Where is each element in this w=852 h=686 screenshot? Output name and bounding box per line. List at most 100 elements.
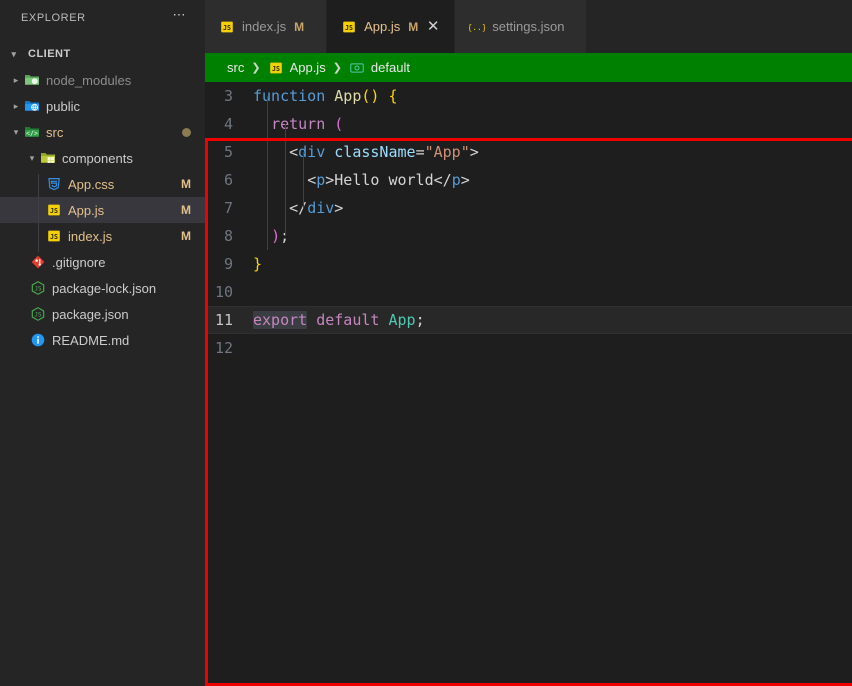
breadcrumb-label: default <box>370 60 410 75</box>
folder-public-icon <box>24 98 40 114</box>
git-file-icon <box>30 254 46 270</box>
tree-root-client[interactable]: ▾ CLIENT <box>0 41 205 67</box>
svg-text:JS: JS <box>50 233 58 241</box>
line-content: } <box>253 255 263 273</box>
line-content: export default App; <box>253 311 425 329</box>
tree-indent-guide <box>38 174 39 252</box>
code-editor[interactable]: 3 function App() { 4 return ( 5 <div cla… <box>205 82 852 686</box>
symbol-variable-icon <box>349 60 365 76</box>
indent-guide <box>303 152 304 208</box>
vscode-window: EXPLORER ⋯ ▾ CLIENT ▸ node_modules ▸ pub… <box>0 0 852 686</box>
tree-item-app-css[interactable]: App.css M <box>0 171 205 197</box>
code-line: 10 <box>205 278 852 306</box>
code-lines: 3 function App() { 4 return ( 5 <div cla… <box>205 82 852 362</box>
tree-item-components[interactable]: ▾ components <box>0 145 205 171</box>
chevron-right-icon: ❯ <box>251 62 261 74</box>
tab-index-js[interactable]: JS index.js M <box>205 0 328 53</box>
folder-src-icon: </> <box>24 124 40 140</box>
line-number: 8 <box>223 227 233 245</box>
git-status-badge: M <box>181 229 191 243</box>
tree-item-label: package-lock.json <box>52 280 157 296</box>
git-status-badge: M <box>181 177 191 191</box>
js-file-icon: JS <box>268 60 284 76</box>
tab-bar-filler <box>587 0 852 53</box>
line-number: 12 <box>214 339 233 357</box>
line-number: 10 <box>214 283 233 301</box>
tree-item-gitignore[interactable]: .gitignore <box>0 249 205 275</box>
js-file-icon: JS <box>46 202 62 218</box>
ellipsis-icon[interactable]: ⋯ <box>173 8 188 25</box>
editor-selection: export <box>253 311 308 329</box>
tree-root-label: CLIENT <box>28 48 71 60</box>
svg-text:JS: JS <box>345 24 353 32</box>
explorer-sidebar: EXPLORER ⋯ ▾ CLIENT ▸ node_modules ▸ pub… <box>0 0 205 686</box>
folder-node-modules-icon <box>24 72 40 88</box>
tab-app-js[interactable]: JS App.js M ✕ <box>327 0 456 53</box>
tree-item-src[interactable]: ▾ </> src <box>0 119 205 145</box>
tree-item-app-js[interactable]: JS App.js M <box>0 197 205 223</box>
tree-item-label: package.json <box>52 306 129 322</box>
chevron-right-icon: ❯ <box>332 62 342 74</box>
code-line-active: 11 export default App; <box>205 306 852 334</box>
file-tree: ▾ CLIENT ▸ node_modules ▸ public ▾ </> s… <box>0 35 205 353</box>
tab-dirty-indicator: M <box>408 19 419 34</box>
line-content: ); <box>271 227 290 245</box>
tab-label: index.js <box>242 19 287 34</box>
tree-item-package-json[interactable]: JS package.json <box>0 301 205 327</box>
tree-item-label: src <box>46 124 64 140</box>
svg-text:JS: JS <box>272 65 280 73</box>
tree-item-label: App.css <box>68 176 115 192</box>
tree-item-index-js[interactable]: JS index.js M <box>0 223 205 249</box>
tree-item-label: node_modules <box>46 72 132 88</box>
code-line: 8 ); <box>205 222 852 250</box>
tab-bar: JS index.js M JS App.js M ✕ .. settings.… <box>205 0 852 53</box>
svg-text:JS: JS <box>34 312 42 319</box>
breadcrumb-label: App.js <box>289 60 326 75</box>
breadcrumb-item-default[interactable]: default <box>349 60 410 76</box>
tree-item-readme-md[interactable]: README.md <box>0 327 205 353</box>
js-file-icon: JS <box>219 19 235 35</box>
chevron-down-icon: ▾ <box>29 152 35 163</box>
svg-text:</>: </> <box>26 130 38 138</box>
npm-file-icon: JS <box>30 280 46 296</box>
code-line: 12 <box>205 334 852 362</box>
tab-label: App.js <box>364 19 401 34</box>
code-line: 3 function App() { <box>205 82 852 110</box>
breadcrumb: src ❯ JS App.js ❯ default <box>205 53 852 82</box>
explorer-header: EXPLORER ⋯ <box>0 0 205 35</box>
explorer-title: EXPLORER <box>21 11 86 24</box>
info-file-icon <box>30 332 46 348</box>
editor-group: JS index.js M JS App.js M ✕ .. settings.… <box>205 0 852 686</box>
code-line: 4 return ( <box>205 110 852 138</box>
breadcrumb-item-app-js[interactable]: JS App.js <box>268 60 326 76</box>
git-status-badge: M <box>181 203 191 217</box>
code-line: 9 } <box>205 250 852 278</box>
tab-label: settings.json <box>492 19 565 34</box>
js-file-icon: JS <box>341 19 357 35</box>
tree-item-node-modules[interactable]: ▸ node_modules <box>0 67 205 93</box>
tree-item-label: components <box>62 150 133 166</box>
js-file-icon: JS <box>46 228 62 244</box>
tree-item-label: public <box>46 98 80 114</box>
json-file-icon: {..} <box>469 19 485 35</box>
line-number: 5 <box>223 143 233 161</box>
tree-item-package-lock-json[interactable]: JS package-lock.json <box>0 275 205 301</box>
tab-dirty-indicator: M <box>294 19 305 34</box>
npm-file-icon: JS <box>30 306 46 322</box>
tree-item-label: .gitignore <box>52 254 106 270</box>
indent-guide <box>285 124 286 236</box>
chevron-right-icon: ▸ <box>13 74 19 85</box>
breadcrumb-item-src[interactable]: src <box>227 60 244 75</box>
tree-item-label: README.md <box>52 332 130 348</box>
chevron-right-icon: ▸ <box>13 100 19 111</box>
tree-item-public[interactable]: ▸ public <box>0 93 205 119</box>
tree-item-label: App.js <box>68 202 105 218</box>
svg-text:JS: JS <box>223 24 231 32</box>
indent-guide <box>267 96 268 250</box>
svg-text:JS: JS <box>50 207 58 215</box>
chevron-down-icon: ▾ <box>11 48 17 59</box>
line-content: function App() { <box>253 87 398 105</box>
line-number: 9 <box>223 255 233 273</box>
tab-settings-json[interactable]: {..} settings.json <box>455 0 588 53</box>
close-icon[interactable]: ✕ <box>426 19 440 34</box>
